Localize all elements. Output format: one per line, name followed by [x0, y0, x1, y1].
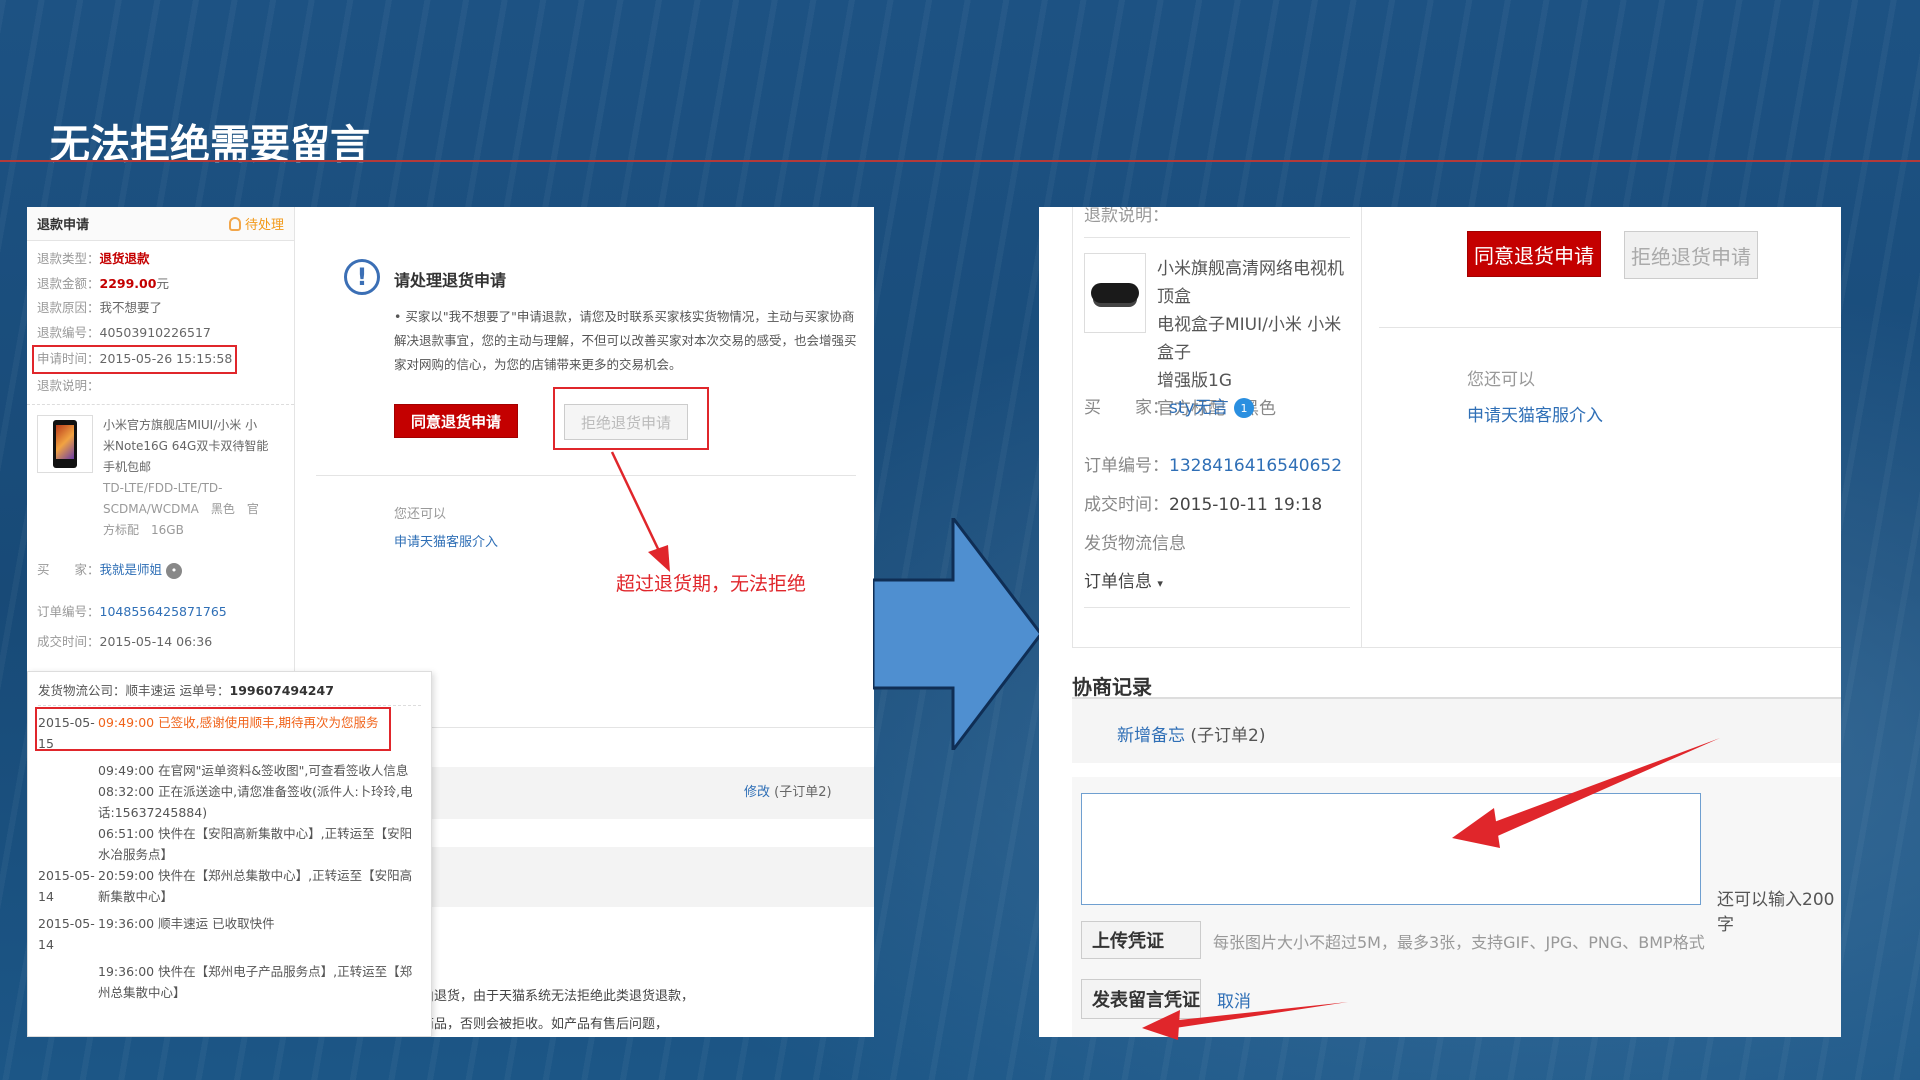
order-info: 买 家：我就是师姐 • 订单编号：1048556425871765 成交时间：2… [27, 551, 294, 663]
tracking-row: 08:32:00 正在派送途中,请您准备签收(派件人:卜玲玲,电话:156372… [98, 784, 413, 820]
also-label: 您还可以 [394, 507, 447, 522]
negotiation-title: 协商记录 [1072, 675, 1152, 699]
refund-note-row: 退款说明： [37, 377, 100, 393]
logistics-link[interactable]: 发货物流信息 [1084, 529, 1186, 554]
buyer-link[interactable]: sty无言 [1169, 398, 1229, 418]
tracking-header: 发货物流公司：顺丰速运 运单号：199607494247 [38, 680, 421, 706]
agree-return-button[interactable]: 同意退货申请 [1467, 231, 1601, 277]
buyer-row: 买 家：我就是师姐 • [37, 555, 284, 585]
upload-hint: 每张图片大小不超过5M，最多3张，支持GIF、JPG、PNG、BMP格式 [1213, 933, 1705, 952]
cancel-link[interactable]: 取消 [1217, 987, 1251, 1012]
product-spec-line: SCDMA/WCDMA 黑色 官 [103, 502, 259, 516]
refund-note-label: 退款说明： [1084, 207, 1169, 226]
customer-service-link[interactable]: 申请天猫客服介入 [1467, 401, 1603, 426]
product-image[interactable] [37, 415, 93, 473]
tracking-row: 09:49:00 在官网"运单资料&签收图",可查看签收人信息 [98, 763, 409, 778]
buyer-row: 买 家：sty无言 1 [1084, 393, 1254, 418]
signed-highlight-box [35, 707, 391, 751]
right-arrow-icon [873, 518, 1041, 750]
divider [1379, 327, 1841, 328]
order-number-row: 订单编号：1328416416540652 [1084, 456, 1343, 476]
edit-link[interactable]: 修改 [744, 785, 770, 800]
status-text: 待处理 [244, 218, 284, 233]
order-info-toggle[interactable]: 订单信息 ▾ [1084, 567, 1163, 592]
order-number-row: 订单编号：1048556425871765 [37, 604, 227, 619]
deal-time-row: 成交时间：2015-05-14 06:36 [37, 634, 213, 649]
annotation-text: 超过退货期，无法拒绝 [616, 573, 807, 595]
apply-time-highlight: 申请时间：2015-05-26 15:15:58 [32, 345, 238, 374]
order-number-link[interactable]: 1328416416540652 [1169, 456, 1342, 476]
tracking-row: 2015-05-14 19:36:00 顺丰速运 已收取快件 [38, 916, 275, 952]
divider [1072, 647, 1841, 648]
refund-header-title: 退款申请 [37, 218, 90, 233]
buyer-link[interactable]: 我就是师姐 [100, 562, 163, 577]
product-title-line[interactable]: 米Note16G 64G双卡双待智能 [103, 436, 268, 457]
reject-return-button[interactable]: 拒绝退货申请 [1624, 231, 1758, 279]
divider [1084, 237, 1350, 238]
tv-box-icon [1091, 283, 1139, 303]
alert-icon: ! [344, 259, 380, 295]
product-title-line[interactable]: 电视盒子MIUI/小米 小米盒子 [1157, 311, 1357, 367]
title-underline [0, 160, 1920, 162]
product-spec-line: TD-LTE/FDD-LTE/TD- [103, 481, 223, 495]
product-card: 小米官方旗舰店MIUI/小米 小 米Note16G 64G双卡双待智能 手机包邮… [27, 404, 294, 551]
footer-text: 理由退货，由于天猫系统无法拒绝此类退货退款， 回商品，否则会被拒收。如产品有售后… [408, 989, 695, 1032]
add-memo-link[interactable]: 新增备忘 [1117, 726, 1185, 746]
product-image[interactable] [1084, 253, 1146, 333]
memo-row: 新增备忘 (子订单2) [1117, 726, 1266, 746]
refund-amount-row: 退款金额：2299.00元 [37, 275, 169, 291]
tracking-popup: 发货物流公司：顺丰速运 运单号：199607494247 2015-05-15 0… [27, 671, 432, 1037]
refund-reason-row: 退款原因：我不想要了 [37, 300, 163, 315]
product-title-line[interactable]: 小米官方旗舰店MIUI/小米 小 [103, 415, 268, 436]
product-title-line[interactable]: 小米旗舰高清网络电视机顶盒 [1157, 255, 1357, 311]
refund-info: 退款类型：退货退款 退款金额：2299.00元 退款原因：我不想要了 退款编号：… [27, 241, 294, 404]
refund-sidebar-header: 退款申请 待处理 [27, 207, 294, 241]
order-number-link[interactable]: 1048556425871765 [100, 604, 227, 619]
product-title-line[interactable]: 增强版1G [1157, 367, 1357, 395]
status-badge: 待处理 [228, 214, 284, 233]
deal-time-row: 成交时间：2015-10-11 19:18 [1084, 495, 1323, 515]
also-label: 您还可以 [1467, 370, 1535, 390]
alert-title: 请处理退货申请 [394, 271, 507, 290]
tracking-row: 2015-05-14 20:59:00 快件在【郑州总集散中心】,正转运至【安阳高… [38, 868, 413, 904]
right-screenshot: 退款说明： 小米旗舰高清网络电视机顶盒 电视盒子MIUI/小米 小米盒子 增强版… [1039, 207, 1841, 1037]
product-title-line[interactable]: 手机包邮 [103, 457, 268, 478]
lightbulb-icon [228, 216, 241, 231]
message-textarea[interactable] [1081, 793, 1701, 905]
product-text: 小米官方旗舰店MIUI/小米 小 米Note16G 64G双卡双待智能 手机包邮… [103, 415, 268, 541]
divider [1084, 607, 1350, 608]
agree-return-button[interactable]: 同意退货申请 [394, 404, 518, 438]
chat-icon[interactable]: • [166, 562, 183, 579]
left-screenshot: 退款申请 待处理 退款类型：退货退款 退款金额：2299.00元 退款原因：我不… [27, 207, 874, 1037]
submit-message-button[interactable]: 发表留言凭证 [1081, 979, 1201, 1019]
chat-icon[interactable]: 1 [1234, 398, 1254, 418]
edit-row: 修改 (子订单2) [744, 785, 832, 800]
customer-service-link[interactable]: 申请天猫客服介入 [394, 531, 498, 550]
upload-proof-button[interactable]: 上传凭证 [1081, 921, 1201, 959]
apply-time-row: 申请时间：2015-05-26 15:15:58 [32, 345, 284, 374]
alert-description: • 买家以"我不想要了"申请退款，请您及时联系买家核实货物情况，主动与买家协商解… [394, 309, 857, 372]
reject-highlight-box [553, 387, 709, 450]
refund-number-row: 退款编号：40503910226517 [37, 324, 211, 340]
refund-type-row: 退款类型：退货退款 [37, 251, 150, 266]
tracking-row: 06:51:00 快件在【安阳高新集散中心】,正转运至【安阳水冶服务点】 [98, 826, 413, 862]
phone-icon [53, 420, 77, 468]
product-spec-line: 方标配 16GB [103, 523, 184, 537]
divider [316, 475, 856, 476]
char-remaining: 还可以输入200字 [1717, 890, 1835, 935]
tracking-row: 19:36:00 快件在【郑州电子产品服务点】,正转运至【郑州总集散中心】 [98, 964, 413, 1000]
chevron-down-icon: ▾ [1157, 577, 1163, 590]
